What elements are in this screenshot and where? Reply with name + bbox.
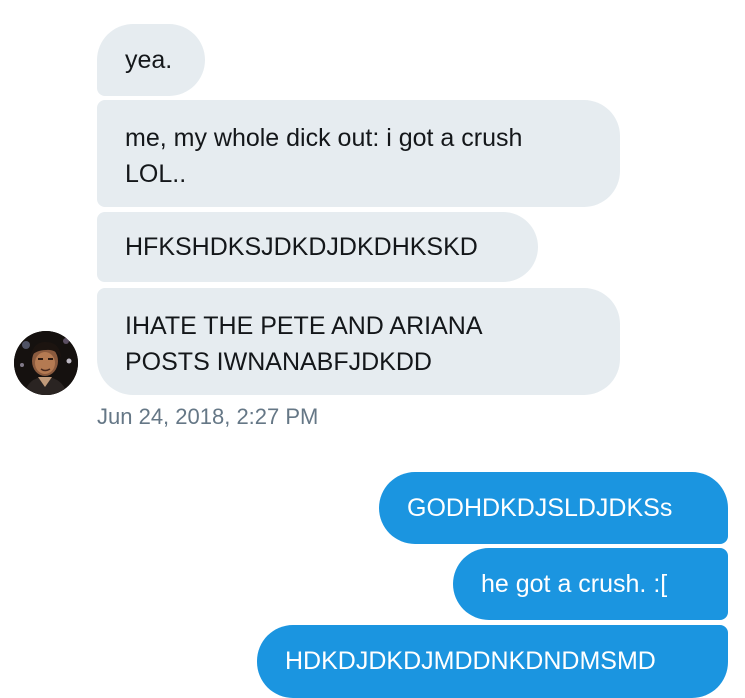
incoming-message[interactable]: IHATE THE PETE AND ARIANA POSTS IWNANABF… <box>97 288 620 395</box>
outgoing-message[interactable]: he got a crush. :[ <box>453 548 728 620</box>
incoming-message[interactable]: HFKSHDKSJDKDJDKDHKSKD <box>97 212 538 282</box>
outgoing-message[interactable]: HDKDJDKDJMDDNKDNDMSMD <box>257 625 728 698</box>
dm-conversation: yea. me, my whole dick out: i got a crus… <box>0 0 745 698</box>
incoming-message[interactable]: yea. <box>97 24 205 96</box>
outgoing-message[interactable]: GODHDKDJSLDJDKSs <box>379 472 728 544</box>
incoming-message[interactable]: me, my whole dick out: i got a crush LOL… <box>97 100 620 207</box>
avatar-photo-icon <box>14 331 78 395</box>
avatar[interactable] <box>14 331 78 395</box>
message-timestamp: Jun 24, 2018, 2:27 PM <box>97 404 319 429</box>
